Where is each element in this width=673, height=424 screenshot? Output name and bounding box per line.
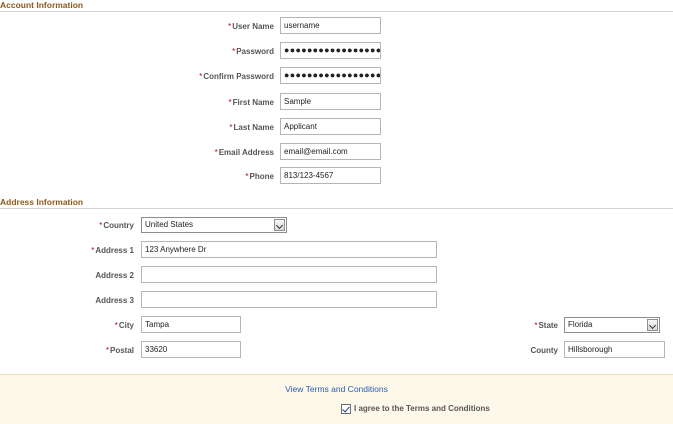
- postal-input[interactable]: 33620: [141, 341, 241, 358]
- address3-label: Address 3: [95, 296, 134, 305]
- view-terms-link[interactable]: View Terms and Conditions: [0, 384, 673, 394]
- confirm-password-label: *Confirm Password: [199, 72, 274, 81]
- required-marker: *: [228, 22, 232, 31]
- state-label: *State: [534, 321, 558, 330]
- first-name-input[interactable]: Sample: [280, 93, 381, 110]
- confirm-password-input[interactable]: ●●●●●●●●●●●●●●●●●●●●: [280, 67, 381, 84]
- country-label: *Country: [99, 221, 134, 230]
- address-information-heading: Address Information: [0, 197, 673, 209]
- required-marker: *: [245, 172, 249, 181]
- required-marker: *: [99, 221, 103, 230]
- chevron-down-icon[interactable]: [647, 319, 658, 331]
- agree-terms-checkbox[interactable]: [341, 404, 351, 414]
- account-information-heading: Account Information: [0, 0, 673, 12]
- address1-input[interactable]: 123 Anywhere Dr: [141, 241, 437, 258]
- last-name-input[interactable]: Applicant: [280, 118, 381, 135]
- agree-terms-label[interactable]: I agree to the Terms and Conditions: [354, 404, 490, 414]
- chevron-down-icon[interactable]: [274, 219, 285, 231]
- required-marker: *: [199, 72, 203, 81]
- required-marker: *: [534, 321, 538, 330]
- address3-input[interactable]: [141, 291, 437, 308]
- required-marker: *: [214, 148, 218, 157]
- state-value: Florida: [568, 320, 593, 329]
- county-input[interactable]: Hillsborough: [564, 341, 665, 358]
- required-marker: *: [105, 346, 109, 355]
- phone-input[interactable]: 813/123-4567: [280, 167, 381, 184]
- country-value: United States: [145, 220, 194, 229]
- email-input[interactable]: email@email.com: [280, 143, 381, 160]
- first-name-label: *First Name: [228, 98, 274, 107]
- county-label: County: [530, 346, 558, 355]
- terms-section: View Terms and Conditions I agree to the…: [0, 374, 673, 424]
- required-marker: *: [114, 321, 118, 330]
- country-select[interactable]: United States: [141, 217, 287, 233]
- user-name-label: *User Name: [228, 22, 274, 31]
- email-label: *Email Address: [214, 148, 274, 157]
- password-label: *Password: [232, 47, 274, 56]
- required-marker: *: [229, 123, 233, 132]
- required-marker: *: [232, 47, 236, 56]
- last-name-label: *Last Name: [229, 123, 274, 132]
- phone-label: *Phone: [245, 172, 274, 181]
- user-name-input[interactable]: username: [280, 17, 381, 34]
- required-marker: *: [91, 246, 95, 255]
- address2-input[interactable]: [141, 266, 437, 283]
- state-select[interactable]: Florida: [564, 317, 660, 333]
- required-marker: *: [228, 98, 232, 107]
- postal-label: *Postal: [105, 346, 134, 355]
- address2-label: Address 2: [95, 271, 134, 280]
- city-label: *City: [114, 321, 134, 330]
- city-input[interactable]: Tampa: [141, 316, 241, 333]
- checkmark-icon: [342, 404, 350, 413]
- password-input[interactable]: ●●●●●●●●●●●●●●●●●●●●: [280, 42, 381, 59]
- address1-label: *Address 1: [91, 246, 134, 255]
